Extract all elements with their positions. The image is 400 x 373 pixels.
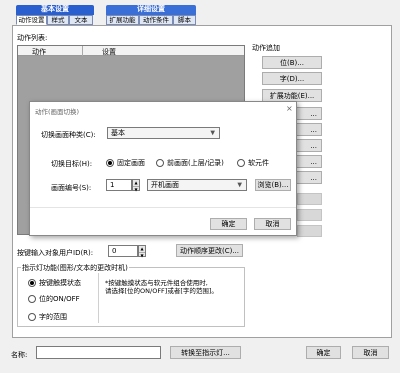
radio-dot[interactable] [28, 295, 36, 303]
group-basic-settings: 基本设置 [16, 5, 94, 15]
action-order-change-button[interactable]: 动作顺序更改(C)... [176, 244, 243, 257]
radio-word-range[interactable]: 字的范围 [28, 312, 67, 322]
column-action[interactable]: 动作 [32, 47, 46, 57]
dialog-cancel-button[interactable]: 取消 [254, 218, 291, 230]
tab-action-settings[interactable]: 动作设置 [16, 15, 47, 25]
disabled-button-3 [297, 225, 322, 237]
screen-no-field[interactable]: 1 [106, 179, 132, 191]
radio-previous-screen[interactable]: 前画面(上层/记录) [156, 158, 224, 168]
chevron-down-icon: ▼ [210, 129, 215, 137]
indicator-note-line2: 请选择[位的ON/OFF]或者[字的范围]。 [105, 287, 218, 295]
radio-dot[interactable] [106, 159, 114, 167]
radio-dot[interactable] [237, 159, 245, 167]
target-label: 切换目标(H): [51, 160, 93, 168]
browse-button[interactable]: 浏览(B)... [255, 179, 291, 191]
screen-no-spinner[interactable]: ▲ ▼ [132, 179, 140, 193]
dialog-ok-button[interactable]: 确定 [210, 218, 247, 230]
close-icon[interactable]: × [286, 104, 293, 113]
tab-script[interactable]: 脚本 [173, 15, 196, 25]
screen-switch-dialog: 动作(画面切换) × 切换画面种类(C): 基本 ▼ 切换目标(H): 固定画面 … [29, 101, 297, 236]
input-user-id-spinner[interactable]: ▲ ▼ [138, 245, 146, 259]
tab-style[interactable]: 样式 [47, 15, 69, 25]
indicator-divider [98, 273, 99, 323]
input-user-id-label: 按键输入对象用户ID(R): [17, 249, 94, 257]
word-action-button[interactable]: 字(D)... [262, 72, 322, 85]
radio-dot[interactable] [28, 279, 36, 287]
column-divider [82, 46, 83, 56]
screen-type-label: 切换画面种类(C): [41, 131, 96, 139]
name-field[interactable] [36, 346, 161, 359]
input-user-id-field[interactable]: 0 [108, 245, 138, 257]
spin-down-icon[interactable]: ▼ [139, 253, 145, 259]
name-label: 名称: [11, 351, 28, 359]
screen-type-select[interactable]: 基本 ▼ [107, 127, 220, 139]
radio-fixed-screen[interactable]: 固定画面 [106, 158, 145, 168]
action-list-label: 动作列表: [17, 34, 48, 42]
tab-action-condition[interactable]: 动作条件 [139, 15, 173, 25]
group-detail-settings: 详细设置 [106, 5, 196, 15]
spin-up-icon[interactable]: ▲ [139, 246, 145, 253]
radio-bit-onoff[interactable]: 位的ON/OFF [28, 294, 80, 304]
spin-up-icon[interactable]: ▲ [133, 180, 139, 187]
action-list-header: 动作 设置 [18, 46, 244, 56]
tab-text[interactable]: 文本 [69, 15, 93, 25]
action-add-label: 动作追加 [252, 44, 280, 52]
dialog-divider [30, 207, 296, 208]
spin-down-icon[interactable]: ▼ [133, 187, 139, 193]
screen-name-select[interactable]: 开机画面 ▼ [147, 179, 247, 191]
dialog-title: 动作(画面切换) [35, 108, 80, 116]
chevron-down-icon: ▼ [237, 181, 242, 189]
indicator-legend: 指示灯功能(图形/文本的更改时机) [21, 263, 129, 273]
bit-action-button[interactable]: 位(B)... [262, 56, 322, 69]
radio-key-touch-state[interactable]: 按键触摸状态 [28, 278, 81, 288]
radio-dot[interactable] [28, 313, 36, 321]
disabled-button-2 [297, 209, 322, 221]
disabled-button-1 [297, 193, 322, 205]
tab-extended-function[interactable]: 扩展功能 [106, 15, 139, 25]
radio-device[interactable]: 软元件 [237, 158, 269, 168]
convert-to-indicator-button[interactable]: 转换至指示灯... [170, 346, 241, 359]
column-setting[interactable]: 设置 [102, 47, 116, 57]
cancel-button[interactable]: 取消 [352, 346, 389, 359]
screen-no-label: 画面编号(S): [51, 184, 92, 192]
radio-dot[interactable] [156, 159, 164, 167]
ok-button[interactable]: 确定 [306, 346, 341, 359]
